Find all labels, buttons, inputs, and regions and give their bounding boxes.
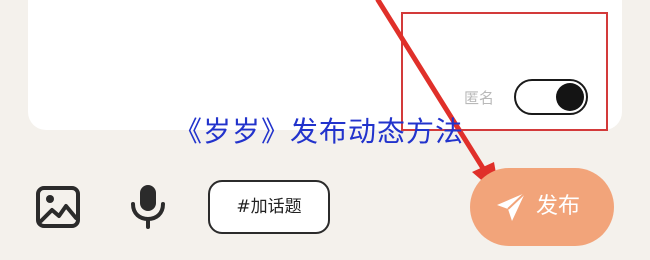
paper-plane-icon [497, 192, 526, 221]
microphone-icon[interactable] [128, 182, 168, 230]
watermark-caption: 《岁岁》发布动态方法 [174, 115, 465, 148]
add-topic-button[interactable]: #加话题 [208, 180, 330, 234]
anonymous-label: 匿名 [464, 89, 495, 107]
image-icon[interactable] [35, 185, 81, 229]
publish-button[interactable]: 发布 [470, 168, 614, 246]
toggle-knob [556, 83, 584, 111]
anonymous-toggle[interactable] [514, 79, 588, 115]
publish-label: 发布 [536, 194, 581, 219]
